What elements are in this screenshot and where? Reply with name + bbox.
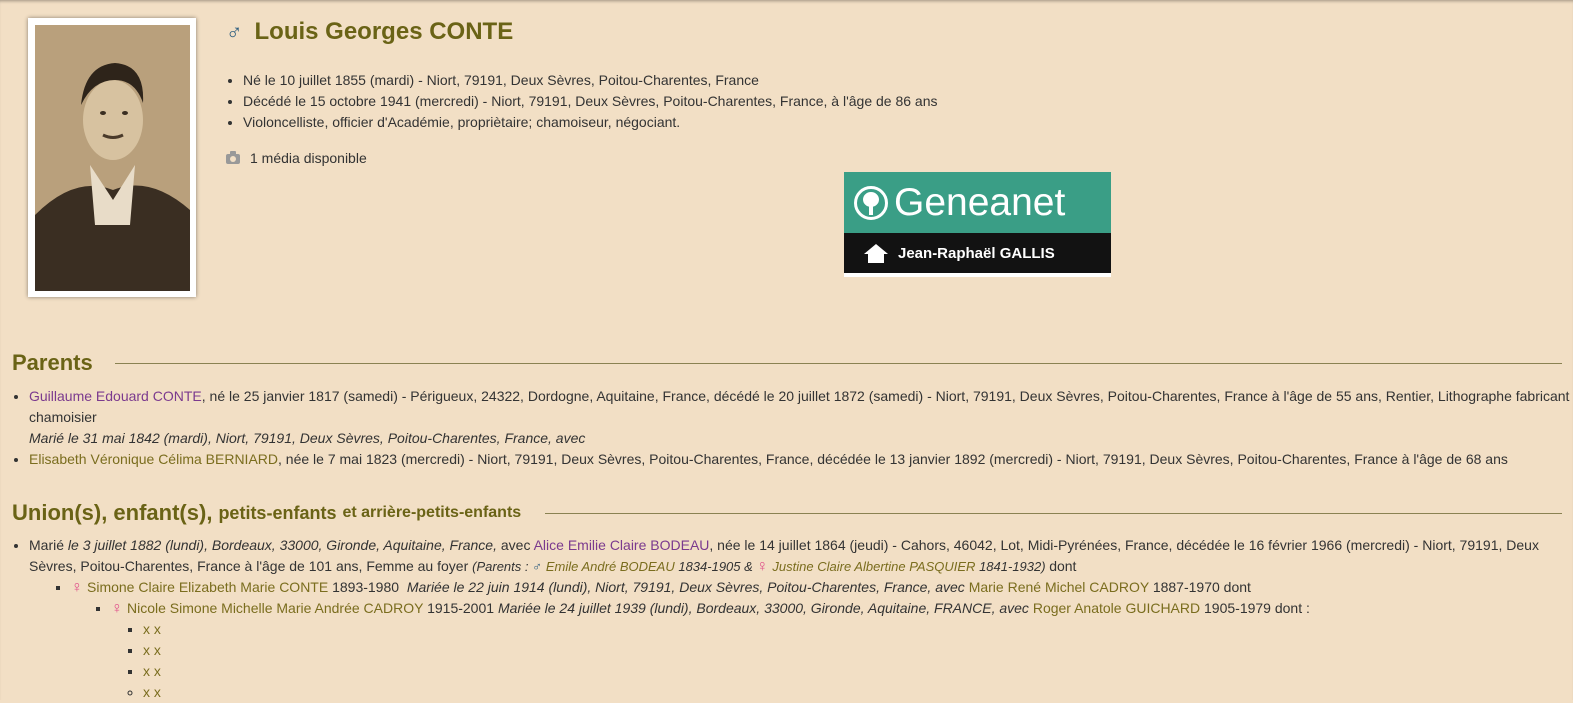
unions-list: Marié le 3 juillet 1882 (lundi), Bordeau… xyxy=(12,535,1573,703)
great-grandchild-link[interactable]: x x xyxy=(143,642,161,658)
spouse-parents-open: (Parents : xyxy=(472,559,529,574)
female-symbol-icon: ♀ xyxy=(111,600,123,617)
unions-heading-small: et arrière-petits-enfants xyxy=(342,504,522,521)
great-grandchild-item: x x xyxy=(143,661,1573,682)
union-item: Marié le 3 juillet 1882 (lundi), Bordeau… xyxy=(29,535,1573,703)
banner-owner-bar[interactable]: Jean-Raphaël GALLIS xyxy=(844,233,1111,277)
portrait-photo-frame[interactable] xyxy=(28,18,196,297)
union-avec: avec xyxy=(500,537,531,553)
great-grandchild-link[interactable]: x x xyxy=(143,621,161,637)
banner-brand-bar: Geneanet xyxy=(844,172,1111,233)
grandchild-spouse-link[interactable]: Roger Anatole GUICHARD xyxy=(1033,600,1200,616)
great-grandchild-link[interactable]: x x xyxy=(143,684,161,700)
great-grandchild-link[interactable]: x x xyxy=(143,663,161,679)
unions-heading: Union(s), enfant(s), petits-enfants et a… xyxy=(12,500,1562,526)
mother-details: , née le 7 mai 1823 (mercredi) - Niort, … xyxy=(278,451,1508,467)
child-years: 1893-1980 xyxy=(332,579,400,595)
grandchild-years: 1915-2001 xyxy=(427,600,495,616)
parents-marriage: Marié le 31 mai 1842 (mardi), Niort, 791… xyxy=(29,430,586,446)
parents-heading-text: Parents xyxy=(12,350,93,375)
heading-divider xyxy=(114,362,1562,364)
spouse-father-years: 1834-1905 & xyxy=(678,559,753,574)
male-symbol-icon: ♂ xyxy=(226,19,243,44)
heading-divider xyxy=(545,512,1562,514)
union-prefix: Marié xyxy=(29,537,65,553)
great-grandchild-item: x x xyxy=(143,640,1573,661)
camera-icon xyxy=(226,151,240,164)
union-marriage: le 3 juillet 1882 (lundi), Bordeaux, 330… xyxy=(67,537,497,553)
spouse-father-link[interactable]: Emile André BODEAU xyxy=(546,559,675,574)
child-item: ♀Simone Claire Elizabeth Marie CONTE 189… xyxy=(71,577,1573,703)
person-name-heading: ♂ Louis Georges CONTE xyxy=(226,18,513,46)
male-symbol-icon: ♂ xyxy=(532,559,542,574)
parents-list: Guillaume Edouard CONTE, né le 25 janvie… xyxy=(12,386,1573,470)
grandchildren-list: ♀Nicole Simone Michelle Marie Andrée CAD… xyxy=(71,598,1573,703)
grandchild-marriage: Mariée le 24 juillet 1939 (lundi), Borde… xyxy=(497,600,1029,616)
father-link[interactable]: Guillaume Edouard CONTE xyxy=(29,388,202,404)
child-link[interactable]: Simone Claire Elizabeth Marie CONTE xyxy=(87,579,328,595)
great-grandchild-item: x x xyxy=(143,619,1573,640)
mother-link[interactable]: Elisabeth Véronique Célima BERNIARD xyxy=(29,451,278,467)
grandchild-link[interactable]: Nicole Simone Michelle Marie Andrée CADR… xyxy=(127,600,423,616)
children-list: ♀Simone Claire Elizabeth Marie CONTE 189… xyxy=(29,577,1573,703)
union-dont: dont xyxy=(1049,558,1077,574)
grandchild-item: ♀Nicole Simone Michelle Marie Andrée CAD… xyxy=(111,598,1573,703)
death-fact: Décédé le 15 octobre 1941 (mercredi) - N… xyxy=(243,91,938,112)
unions-heading-mid: petits-enfants xyxy=(218,502,337,523)
geneanet-banner[interactable]: Geneanet Jean-Raphaël GALLIS xyxy=(844,172,1111,277)
list-item-mother: Elisabeth Véronique Célima BERNIARD, née… xyxy=(29,449,1573,470)
list-item-father: Guillaume Edouard CONTE, né le 25 janvie… xyxy=(29,386,1573,449)
banner-brand: Geneanet xyxy=(894,180,1066,224)
child-spouse-link[interactable]: Marie René Michel CADROY xyxy=(969,579,1149,595)
geneanet-tree-icon xyxy=(854,185,888,220)
unions-heading-main: Union(s), enfant(s), xyxy=(12,500,213,525)
banner-owner[interactable]: Jean-Raphaël GALLIS xyxy=(898,245,1055,262)
home-icon xyxy=(864,244,888,263)
person-facts-list: Né le 10 juillet 1855 (mardi) - Niort, 7… xyxy=(226,70,938,133)
birth-fact: Né le 10 juillet 1855 (mardi) - Niort, 7… xyxy=(243,70,938,91)
child-spouse-years: 1887-1970 dont xyxy=(1152,579,1251,595)
child-marriage: Mariée le 22 juin 1914 (lundi), Niort, 7… xyxy=(406,579,965,595)
female-symbol-icon: ♀ xyxy=(756,558,769,575)
spouse-link[interactable]: Alice Emilie Claire BODEAU xyxy=(534,537,710,553)
spouse-mother-years: 1841-1932) xyxy=(979,559,1046,574)
media-link[interactable]: 1 média disponible xyxy=(226,150,367,166)
father-details: , né le 25 janvier 1817 (samedi) - Périg… xyxy=(29,388,1570,425)
grandchild-spouse-years: 1905-1979 dont : xyxy=(1204,600,1310,616)
female-symbol-icon: ♀ xyxy=(71,579,83,596)
portrait-photo[interactable] xyxy=(35,25,190,291)
media-label[interactable]: 1 média disponible xyxy=(250,150,367,166)
spouse-parents-note: (Parents : ♂ Emile André BODEAU 1834-1905… xyxy=(472,558,1049,575)
great-grandchildren-list: x x x x x x x x xyxy=(111,619,1573,703)
parents-heading: Parents xyxy=(12,350,1562,376)
spouse-mother-link[interactable]: Justine Claire Albertine PASQUIER xyxy=(772,559,975,574)
person-name: Louis Georges CONTE xyxy=(254,18,514,45)
occupation-fact: Violoncelliste, officier d'Académie, pro… xyxy=(243,112,938,133)
